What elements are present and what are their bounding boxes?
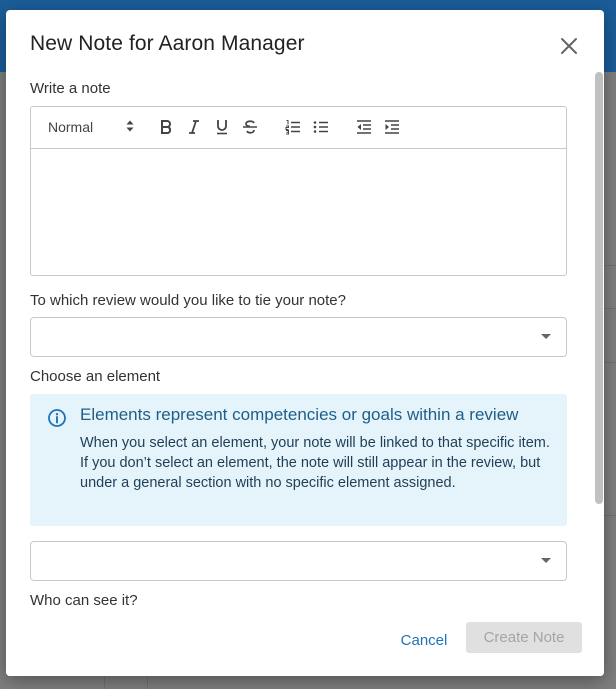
dialog-footer: Cancel Create Note — [6, 614, 604, 676]
scrollbar-thumb[interactable] — [595, 72, 603, 504]
background-divider — [604, 515, 616, 516]
new-note-dialog: New Note for Aaron Manager Write a note … — [6, 10, 604, 676]
indent-icon — [385, 120, 399, 134]
strikethrough-icon — [243, 120, 257, 134]
background-divider — [147, 676, 148, 689]
close-button[interactable] — [559, 36, 579, 56]
bullet-list-button[interactable] — [311, 117, 331, 137]
close-icon — [561, 38, 577, 54]
editor-toolbar: Normal — [31, 107, 566, 149]
review-label: To which review would you like to tie yo… — [30, 292, 346, 309]
underline-button[interactable] — [212, 117, 232, 137]
dialog-title: New Note for Aaron Manager — [30, 32, 305, 55]
bold-icon — [161, 120, 172, 134]
background-divider — [604, 265, 616, 266]
dialog-scroll-content[interactable]: Write a note Normal To which review woul… — [6, 74, 592, 614]
note-editor: Normal — [30, 106, 567, 276]
background-divider — [604, 362, 616, 363]
chevron-down-icon — [541, 558, 551, 563]
element-select[interactable] — [30, 541, 567, 581]
background-divider — [604, 308, 616, 309]
ordered-list-button[interactable] — [283, 117, 303, 137]
info-title: Elements represent competencies or goals… — [80, 405, 519, 424]
note-text-area[interactable] — [31, 149, 566, 275]
info-text: When you select an element, your note wi… — [80, 435, 550, 491]
ordered-list-icon — [285, 120, 300, 135]
create-note-button[interactable]: Create Note — [466, 622, 582, 653]
review-select[interactable] — [30, 317, 567, 357]
outdent-icon — [357, 120, 371, 134]
strikethrough-button[interactable] — [240, 117, 260, 137]
element-label: Choose an element — [30, 368, 161, 385]
italic-icon — [189, 120, 199, 134]
bullet-list-icon — [313, 121, 328, 133]
italic-button[interactable] — [184, 117, 204, 137]
bold-button[interactable] — [156, 117, 176, 137]
indent-button[interactable] — [382, 117, 402, 137]
format-select[interactable]: Normal — [48, 117, 134, 137]
element-info-banner: Elements represent competencies or goals… — [30, 394, 567, 526]
outdent-button[interactable] — [354, 117, 374, 137]
format-select-value: Normal — [48, 119, 94, 135]
background-divider — [104, 676, 105, 689]
chevron-down-icon — [541, 334, 551, 339]
cancel-button[interactable]: Cancel — [392, 624, 456, 656]
underline-icon — [217, 120, 227, 135]
note-label: Write a note — [30, 80, 111, 97]
visibility-label: Who can see it? — [30, 592, 138, 609]
info-icon — [48, 409, 66, 427]
select-arrows-icon — [126, 120, 134, 132]
